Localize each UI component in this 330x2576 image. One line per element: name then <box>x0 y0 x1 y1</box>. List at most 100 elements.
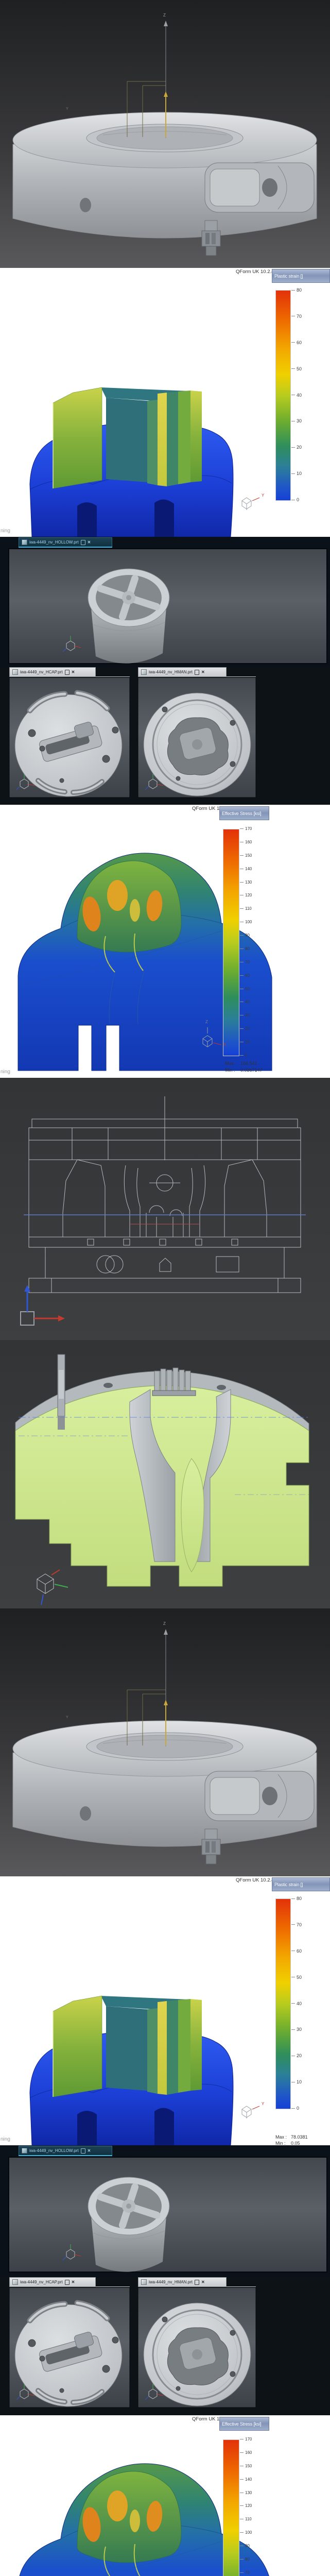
iso-die-render[interactable] <box>0 1608 330 1876</box>
tick-label: 0 <box>245 1053 247 1058</box>
tab-hman-part[interactable]: iwa-4449_nv_HMAN.prt ✕ <box>138 667 227 677</box>
cap-man-render[interactable] <box>0 2277 330 2415</box>
colorbar <box>275 290 291 501</box>
orientation-triad-icon[interactable] <box>240 2103 263 2121</box>
tick-label: 120 <box>245 2503 252 2508</box>
close-icon[interactable]: ✕ <box>72 2280 75 2284</box>
close-icon[interactable]: ✕ <box>88 540 91 545</box>
tab-hollow-part[interactable]: iwa-4449_nv_HOLLOW.prt ✕ <box>19 2146 112 2156</box>
colorbar-ticks: 80 70 60 50 40 30 20 10 0 <box>291 1896 318 2111</box>
panel-nx-two-views-2: iwa-4449_nv_HCAP.prt ✕ iwa-4449_nv_HMAN.… <box>0 2277 330 2415</box>
tab-strip-line <box>96 676 130 677</box>
max-readout: Max : 166.541 <box>225 1061 257 1066</box>
qform-version-label: QForm UK 10.2.4 <box>236 269 274 275</box>
triad-z-label: Z <box>205 1020 208 1024</box>
tab-hcap-part[interactable]: iwa-4449_nv_HCAP.prt ✕ <box>9 2277 96 2287</box>
tab-label: iwa-4449_nv_HCAP.prt <box>20 2280 63 2284</box>
tick-label: 100 <box>245 920 252 924</box>
tick-label: 60 <box>297 340 302 345</box>
tick-label: 30 <box>245 1013 250 1018</box>
legend-title: Plastic strain [] <box>274 1882 303 1887</box>
pin-icon[interactable] <box>195 2280 199 2285</box>
tick-label: 140 <box>245 867 252 871</box>
iso-die-render[interactable] <box>0 0 330 268</box>
hollow-die-render[interactable] <box>0 2145 330 2276</box>
tick-label: 0 <box>297 2106 299 2111</box>
stress-section-render[interactable] <box>0 805 330 1078</box>
view-triad-icon[interactable] <box>62 635 82 652</box>
tick-label: 90 <box>245 2544 250 2548</box>
tick-label: 80 <box>245 2557 250 2562</box>
tick-label: 70 <box>245 2570 250 2575</box>
tick-label: 70 <box>297 1922 302 1927</box>
orientation-triad-icon[interactable] <box>240 495 263 512</box>
tick-label: 150 <box>245 2464 252 2468</box>
stress-section-render[interactable] <box>0 2415 330 2576</box>
view-triad-icon[interactable] <box>144 773 165 790</box>
tick-label: 70 <box>297 314 302 319</box>
tab-hman-part[interactable]: iwa-4449_nv_HMAN.prt ✕ <box>138 2277 227 2287</box>
watermark-text: ning <box>1 1070 10 1075</box>
view-triad-icon[interactable] <box>15 773 36 790</box>
tab-hcap-part[interactable]: iwa-4449_nv_HCAP.prt ✕ <box>9 667 96 677</box>
tick-label: 80 <box>297 287 302 293</box>
view-triad-icon[interactable] <box>144 2383 165 2400</box>
pin-icon[interactable] <box>65 2280 70 2285</box>
view-triad-icon[interactable] <box>31 1567 72 1607</box>
tick-label: 30 <box>297 2027 302 2032</box>
tab-strip-line <box>227 2286 256 2287</box>
colorbar <box>223 829 239 1056</box>
tick-label: 50 <box>297 1975 302 1980</box>
tick-label: 170 <box>245 2437 252 2442</box>
view-triad-icon[interactable] <box>15 2383 36 2400</box>
close-icon[interactable]: ✕ <box>88 2148 91 2153</box>
legend-title: Effective Stress [ksi] <box>222 2421 261 2427</box>
close-icon[interactable]: ✕ <box>201 670 205 674</box>
panel-nx-hollow-2: iwa-4449_nv_HOLLOW.prt ✕ <box>0 2145 330 2277</box>
watermark-text: ning <box>1 529 10 534</box>
view-triad-icon[interactable] <box>62 2243 82 2261</box>
panel-nx-hollow-1: iwa-4449_nv_HOLLOW.prt ✕ <box>0 537 330 667</box>
orientation-triad-icon[interactable] <box>200 1025 225 1049</box>
y-axis-label: Y <box>66 107 68 111</box>
tick-label: 130 <box>245 2490 252 2495</box>
pin-icon[interactable] <box>65 670 70 675</box>
cap-man-render[interactable] <box>0 667 330 805</box>
close-icon[interactable]: ✕ <box>72 670 75 674</box>
tick-label: 20 <box>297 2053 302 2058</box>
tab-label: iwa-4449_nv_HCAP.prt <box>20 670 63 674</box>
pin-icon[interactable] <box>195 670 199 675</box>
min-value: 0.05 <box>291 2141 300 2145</box>
tick-label: 10 <box>297 2079 302 2084</box>
min-label: Min : <box>275 2141 291 2145</box>
watermark-text: ning <box>1 2137 10 2142</box>
tick-label: 40 <box>297 2001 302 2006</box>
hollow-die-render[interactable] <box>0 537 330 667</box>
tick-label: 30 <box>297 418 302 423</box>
tick-label: 150 <box>245 853 252 858</box>
axis-glyph-icon[interactable] <box>19 1283 70 1329</box>
pin-icon[interactable] <box>81 540 85 545</box>
triad-y-label: Y <box>262 2102 264 2106</box>
tick-label: 60 <box>245 973 250 978</box>
z-axis-label: Z <box>163 1622 166 1626</box>
tab-label: iwa-4449_nv_HMAN.prt <box>149 670 193 674</box>
legend-title-bar: Plastic strain [] <box>272 269 330 283</box>
min-readout: Min : 0.0367147 <box>225 1067 263 1073</box>
pin-icon[interactable] <box>81 2148 85 2154</box>
panel-qform-stress-1: QForm UK 10.2.4 Effective Stress [ksi] 1… <box>0 805 330 1078</box>
panel-nx-two-views-1: iwa-4449_nv_HCAP.prt ✕ iwa-4449_nv_HMAN.… <box>0 667 330 805</box>
tick-label: 90 <box>245 933 250 938</box>
colorbar <box>223 2439 239 2576</box>
max-label: Max : <box>275 2134 291 2140</box>
tab-hollow-part[interactable]: iwa-4449_nv_HOLLOW.prt ✕ <box>19 537 112 547</box>
tab-strip-line <box>96 2286 130 2287</box>
part-icon <box>22 2148 27 2154</box>
tick-label: 160 <box>245 2450 252 2455</box>
panel-iso-view-2: Z Y <box>0 1608 330 1876</box>
panel-green-section <box>0 1340 330 1608</box>
min-readout: Min : 0.05 <box>275 2141 300 2145</box>
close-icon[interactable]: ✕ <box>201 2280 205 2284</box>
max-readout: Max : 78.0381 <box>275 2134 308 2140</box>
y-axis-label: Y <box>66 1716 68 1719</box>
